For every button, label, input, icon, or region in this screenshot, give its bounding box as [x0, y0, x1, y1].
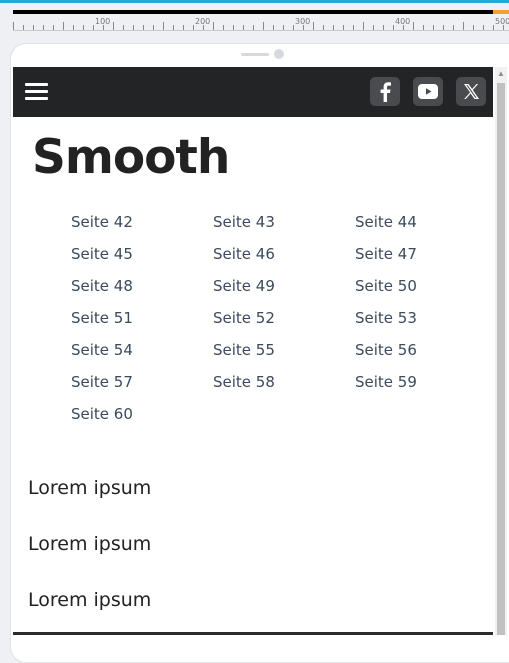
- page-link[interactable]: Seite 60: [71, 405, 133, 423]
- top-accent-line: [0, 0, 509, 3]
- ruler-tick: [433, 25, 434, 30]
- ruler-bar: [13, 10, 493, 14]
- ruler-tick: [213, 22, 214, 30]
- ruler-tick: [93, 25, 94, 30]
- ruler-tick: [313, 22, 314, 30]
- page-link[interactable]: Seite 57: [71, 373, 133, 391]
- ruler-tick: [423, 25, 424, 30]
- ruler-tick: [193, 25, 194, 30]
- ruler-tick: [123, 25, 124, 30]
- ruler-tick: [263, 22, 264, 30]
- page-link[interactable]: Seite 51: [71, 309, 133, 327]
- ruler-tick: [63, 22, 64, 30]
- ruler-tick: [163, 22, 164, 30]
- ruler-tick: [333, 25, 334, 30]
- page-link[interactable]: Seite 52: [213, 309, 275, 327]
- youtube-icon[interactable]: [413, 77, 443, 106]
- ruler-tick: [483, 25, 484, 30]
- ruler-tick: [233, 25, 234, 30]
- page-link[interactable]: Seite 49: [213, 277, 275, 295]
- ruler-tick: [223, 25, 224, 30]
- page-link[interactable]: Seite 45: [71, 245, 133, 263]
- ruler-tick: [13, 22, 14, 30]
- ruler-tick: [293, 25, 294, 30]
- ruler-tick: [453, 25, 454, 30]
- page-link[interactable]: Seite 48: [71, 277, 133, 295]
- navbar: [13, 67, 493, 117]
- hamburger-menu-icon[interactable]: [25, 83, 48, 101]
- page-link[interactable]: Seite 54: [71, 341, 133, 359]
- page-link[interactable]: Seite 59: [355, 373, 417, 391]
- ruler-tick: [113, 22, 114, 30]
- facebook-icon[interactable]: [370, 77, 400, 106]
- ruler-label: 500: [495, 17, 509, 26]
- ruler-label: 400: [395, 17, 411, 26]
- ruler-tick: [243, 25, 244, 30]
- ruler-tick: [173, 25, 174, 30]
- page-link[interactable]: Seite 58: [213, 373, 275, 391]
- page-link[interactable]: Seite 42: [71, 213, 133, 231]
- ruler-tick: [393, 25, 394, 30]
- page-link[interactable]: Seite 56: [355, 341, 417, 359]
- section-heading: Lorem ipsum: [28, 533, 152, 555]
- ruler-tick: [373, 25, 374, 30]
- x-twitter-icon[interactable]: [456, 77, 486, 106]
- section-heading: Lorem ipsum: [28, 477, 152, 499]
- ruler-tick: [443, 25, 444, 30]
- ruler-tick: [183, 25, 184, 30]
- ruler-tick: [353, 25, 354, 30]
- ruler-tick: [473, 25, 474, 30]
- ruler-tick: [143, 25, 144, 30]
- ruler-tick: [73, 25, 74, 30]
- scrollbar[interactable]: ▲: [495, 67, 507, 635]
- page-link[interactable]: Seite 50: [355, 277, 417, 295]
- ruler-bar-end: [493, 10, 509, 14]
- page-link[interactable]: Seite 55: [213, 341, 275, 359]
- ruler-tick: [383, 25, 384, 30]
- ruler-tick: [23, 25, 24, 30]
- ruler-tick: [253, 25, 254, 30]
- ruler-tick: [133, 25, 134, 30]
- resize-handle-dot[interactable]: [274, 49, 284, 59]
- page-link[interactable]: Seite 43: [213, 213, 275, 231]
- ruler: 100 200 300 400 500: [13, 10, 509, 32]
- ruler-tick: [413, 22, 414, 30]
- ruler-tick: [363, 22, 364, 30]
- page-viewport: Smooth Seite 42 Seite 43 Seite 44 Seite 45 S…: [13, 67, 493, 633]
- ruler-tick: [33, 25, 34, 30]
- section-heading: Lorem ipsum: [28, 589, 152, 611]
- ruler-tick: [283, 25, 284, 30]
- ruler-tick: [343, 25, 344, 30]
- ruler-tick: [463, 22, 464, 30]
- ruler-tick: [323, 25, 324, 30]
- ruler-label: 100: [95, 17, 111, 26]
- scrollbar-thumb[interactable]: [497, 83, 505, 635]
- scroll-up-arrow-icon[interactable]: ▲: [495, 69, 507, 79]
- ruler-tick: [53, 25, 54, 30]
- ruler-baseline: [13, 30, 509, 31]
- page-link[interactable]: Seite 47: [355, 245, 417, 263]
- ruler-label: 300: [295, 17, 311, 26]
- page-link[interactable]: Seite 53: [355, 309, 417, 327]
- resize-handle-bar[interactable]: [241, 53, 269, 56]
- page-title: Smooth: [32, 130, 230, 185]
- page-link[interactable]: Seite 44: [355, 213, 417, 231]
- ruler-tick: [43, 25, 44, 30]
- ruler-tick: [493, 25, 494, 30]
- ruler-tick: [273, 25, 274, 30]
- ruler-tick: [83, 25, 84, 30]
- page-link[interactable]: Seite 46: [213, 245, 275, 263]
- ruler-label: 200: [195, 17, 211, 26]
- ruler-tick: [153, 25, 154, 30]
